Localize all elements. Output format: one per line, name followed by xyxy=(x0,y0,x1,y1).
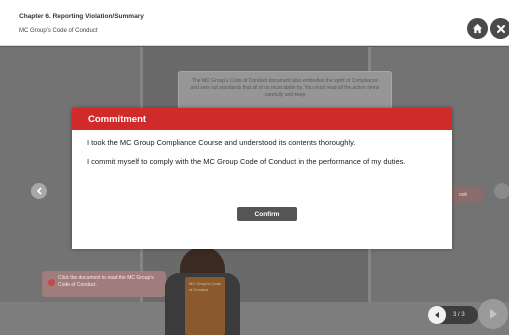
hint-callout[interactable]: Click the document to read the MC Group'… xyxy=(42,271,166,297)
prev-page-button[interactable] xyxy=(428,306,446,324)
home-button[interactable] xyxy=(467,18,488,39)
chevron-left-icon xyxy=(36,187,42,195)
top-bar: Chapter 6. Reporting Violation/Summary M… xyxy=(0,0,509,46)
code-of-conduct-document[interactable]: MC Group's Code of Conduct xyxy=(185,277,225,335)
confirm-button[interactable]: Confirm xyxy=(237,207,297,221)
alert-icon xyxy=(48,279,55,286)
prev-slide-button[interactable] xyxy=(31,183,47,199)
dialog-title: Commitment xyxy=(72,108,452,130)
hint-text: Click the document to read the MC Group'… xyxy=(58,275,154,288)
close-icon xyxy=(496,24,505,33)
commitment-dialog: Commitment I took the MC Group Complianc… xyxy=(72,108,452,249)
play-back-icon xyxy=(435,312,439,318)
page-navigator: 3 / 3 xyxy=(428,306,478,324)
play-icon xyxy=(490,309,497,319)
course-subtitle: MC Group's Code of Conduct xyxy=(19,28,98,34)
commitment-line-2: I commit myself to comply with the MC Gr… xyxy=(87,157,406,166)
close-button[interactable] xyxy=(490,18,509,39)
next-page-button[interactable] xyxy=(478,299,508,329)
dialog-body: I took the MC Group Compliance Course an… xyxy=(72,130,452,167)
chapter-title: Chapter 6. Reporting Violation/Summary xyxy=(19,13,144,20)
page-indicator: 3 / 3 xyxy=(453,312,465,318)
person-illustration: MC Group's Code of Conduct xyxy=(165,247,240,335)
commitment-line-1: I took the MC Group Compliance Course an… xyxy=(87,138,356,147)
next-slide-button[interactable] xyxy=(494,183,509,199)
home-icon xyxy=(472,23,483,34)
